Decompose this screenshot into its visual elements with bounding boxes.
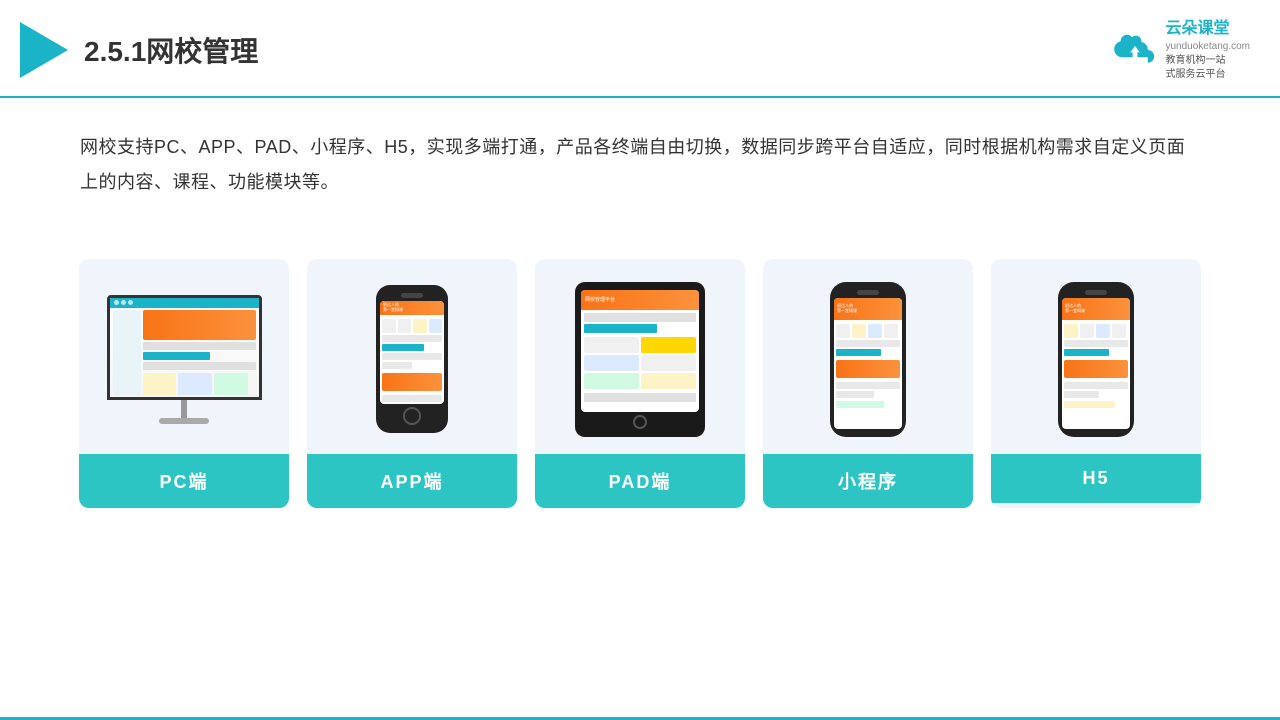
card-pc: PC端 bbox=[79, 259, 289, 508]
cards-container: PC端 职达人的第一堂网课 bbox=[0, 229, 1280, 528]
card-pc-label: PC端 bbox=[79, 454, 289, 508]
card-app-image: 职达人的第一堂网课 bbox=[307, 259, 517, 454]
card-pad-image: 网校管理平台 bbox=[535, 259, 745, 454]
brand-tagline: 教育机构一站式服务云平台 bbox=[1165, 54, 1250, 82]
card-h5-label: H5 bbox=[991, 454, 1201, 503]
header: 2.5.1网校管理 云朵课堂 yunduoketang.com 教育机构一站式服… bbox=[0, 0, 1280, 98]
header-right: 云朵课堂 yunduoketang.com 教育机构一站式服务云平台 bbox=[1111, 18, 1250, 82]
header-left: 2.5.1网校管理 bbox=[20, 22, 258, 78]
page-title: 2.5.1网校管理 bbox=[84, 30, 258, 70]
logo-triangle-icon bbox=[20, 22, 68, 78]
brand-url: yunduoketang.com bbox=[1165, 40, 1250, 54]
card-miniprogram: 职达人的第一堂网课 bbox=[763, 259, 973, 508]
card-pad-label: PAD端 bbox=[535, 454, 745, 508]
phone-mockup-mini: 职达人的第一堂网课 bbox=[830, 282, 906, 437]
cloud-icon bbox=[1111, 33, 1159, 67]
brand-text: 云朵课堂 yunduoketang.com 教育机构一站式服务云平台 bbox=[1165, 18, 1250, 82]
card-h5-image: 职达人的第一堂网课 bbox=[991, 259, 1201, 454]
card-miniprogram-image: 职达人的第一堂网课 bbox=[763, 259, 973, 454]
card-app: 职达人的第一堂网课 bbox=[307, 259, 517, 508]
card-pc-image bbox=[79, 259, 289, 454]
monitor-screen bbox=[107, 295, 262, 400]
tablet-mockup: 网校管理平台 bbox=[575, 282, 705, 437]
phone-mockup-h5: 职达人的第一堂网课 bbox=[1058, 282, 1134, 437]
monitor-mockup bbox=[107, 295, 262, 424]
phone-mockup-app: 职达人的第一堂网课 bbox=[376, 285, 448, 433]
card-miniprogram-label: 小程序 bbox=[763, 454, 973, 508]
card-pad: 网校管理平台 bbox=[535, 259, 745, 508]
brand-logo: 云朵课堂 yunduoketang.com 教育机构一站式服务云平台 bbox=[1111, 18, 1250, 82]
card-app-label: APP端 bbox=[307, 454, 517, 508]
card-h5: 职达人的第一堂网课 bbox=[991, 259, 1201, 508]
brand-name: 云朵课堂 bbox=[1165, 18, 1250, 40]
description-text: 网校支持PC、APP、PAD、小程序、H5，实现多端打通，产品各终端自由切换，数… bbox=[0, 98, 1280, 218]
